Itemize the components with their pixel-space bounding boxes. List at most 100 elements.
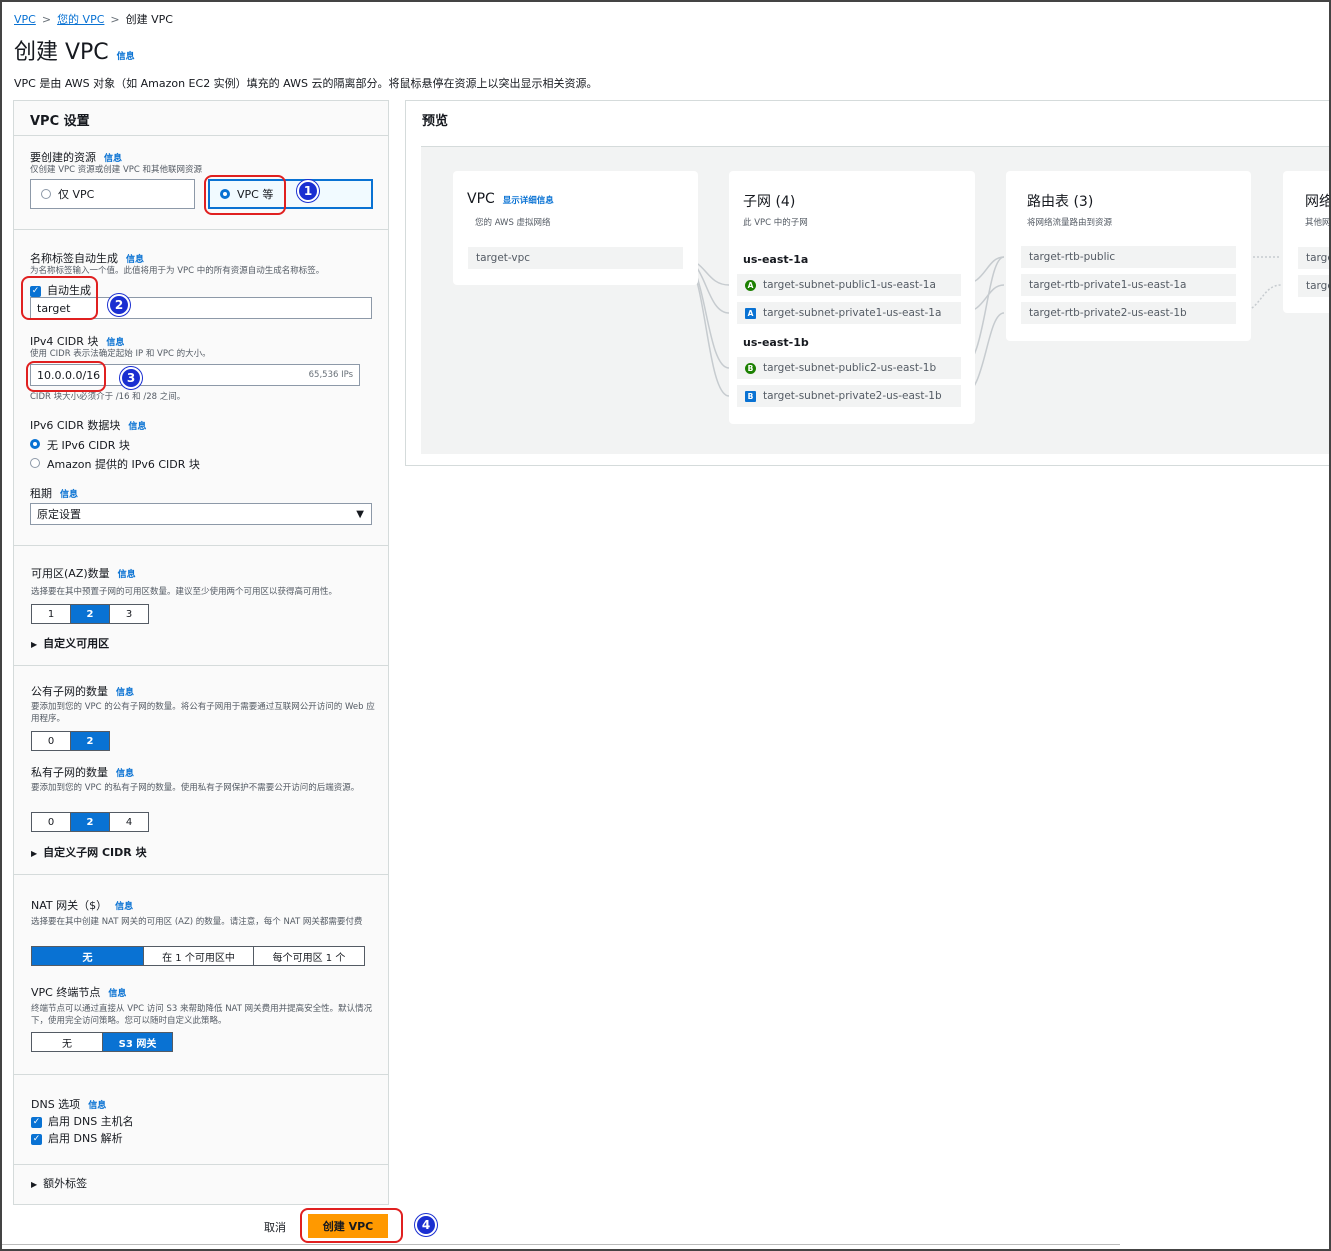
az-option-3[interactable]: 3 — [110, 605, 148, 623]
vpc-card-sub: 您的 AWS 虚拟网络 — [475, 218, 551, 228]
az-option-1[interactable]: 1 — [32, 605, 71, 623]
public-subnets-selector: 0 2 — [31, 731, 110, 751]
dns-label: DNS 选项 信息 — [31, 1098, 107, 1111]
breadcrumb: VPC > 您的 VPC > 创建 VPC — [14, 11, 173, 27]
info-link[interactable]: 信息 — [115, 902, 133, 912]
info-link[interactable]: 信息 — [118, 570, 136, 580]
nat-option-none[interactable]: 无 — [32, 947, 144, 965]
info-link[interactable]: 信息 — [88, 1101, 106, 1111]
private-option-2[interactable]: 2 — [71, 813, 110, 831]
nat-option-per-az[interactable]: 每个可用区 1 个 — [254, 947, 364, 965]
route-card-sub: 将网络流量路由到资源 — [1027, 218, 1113, 228]
subnet-card-sub: 此 VPC 中的子网 — [743, 218, 808, 228]
info-link[interactable]: 信息 — [108, 989, 126, 999]
breadcrumb-your-vpcs-link[interactable]: 您的 VPC — [57, 13, 104, 26]
subnet-item[interactable]: Atarget-subnet-private1-us-east-1a — [737, 302, 961, 324]
route-table-item[interactable]: target-rtb-private1-us-east-1a — [1021, 274, 1236, 296]
public-option-2[interactable]: 2 — [71, 732, 109, 750]
nat-endpoint-section: NAT 网关（$） 信息 选择要在其中创建 NAT 网关的可用区 (AZ) 的数量… — [14, 874, 388, 1074]
az-label: 可用区(AZ)数量 信息 — [31, 567, 136, 580]
bottom-rule — [0, 1244, 1120, 1245]
network-card: 网络 其他网 targe targe — [1283, 171, 1331, 313]
info-link[interactable]: 信息 — [104, 154, 122, 164]
tenancy-label: 租期 信息 — [30, 487, 79, 500]
customize-az-expander[interactable]: ▶ 自定义可用区 — [31, 635, 109, 651]
additional-tags-expander[interactable]: ▶ 额外标签 — [31, 1175, 87, 1191]
tenancy-select[interactable]: 原定设置 ▼ — [30, 503, 372, 525]
resources-section: 要创建的资源 信息 仅创建 VPC 资源或创建 VPC 和其他联网资源 仅 VPC… — [14, 135, 388, 229]
subnet-item[interactable]: Btarget-subnet-public2-us-east-1b — [737, 357, 961, 379]
page-title: 创建 VPC 信息 — [14, 40, 135, 65]
nat-label: NAT 网关（$） 信息 — [31, 899, 134, 912]
private-subnets-sub: 要添加到您的 VPC 的私有子网的数量。使用私有子网保护不需要公开访问的后端资源… — [31, 783, 360, 793]
radio-icon — [30, 458, 40, 468]
route-card-title: 路由表 (3) — [1027, 194, 1094, 210]
endpoint-option-none[interactable]: 无 — [32, 1033, 103, 1051]
dns-resolution-checkbox[interactable]: ✓ 启用 DNS 解析 — [31, 1130, 123, 1146]
nat-option-one-az[interactable]: 在 1 个可用区中 — [144, 947, 254, 965]
info-link[interactable]: 信息 — [116, 688, 134, 698]
public-option-0[interactable]: 0 — [32, 732, 71, 750]
zone-label: us-east-1b — [743, 336, 809, 349]
zone-label: us-east-1a — [743, 253, 809, 266]
endpoint-sub: 终端节点可以通过直接从 VPC 访问 S3 来帮助降低 NAT 网关费用并提高安… — [31, 1004, 373, 1026]
private-option-4[interactable]: 4 — [110, 813, 148, 831]
dns-section: DNS 选项 信息 ✓ 启用 DNS 主机名 ✓ 启用 DNS 解析 — [14, 1074, 388, 1164]
info-link[interactable]: 信息 — [60, 490, 78, 500]
az-sub: 选择要在其中预置子网的可用区数量。建议至少使用两个可用区以获得高可用性。 — [31, 587, 338, 597]
info-link[interactable]: 信息 — [106, 338, 124, 348]
info-link[interactable]: 信息 — [126, 255, 144, 265]
public-subnet-icon: B — [745, 362, 756, 374]
ipv4-hint: CIDR 块大小必须介于 /16 和 /28 之间。 — [30, 392, 186, 402]
endpoint-option-s3[interactable]: S3 网关 — [103, 1033, 172, 1051]
customize-cidr-expander[interactable]: ▶ 自定义子网 CIDR 块 — [31, 844, 147, 860]
private-subnet-icon: A — [745, 307, 756, 319]
caret-right-icon: ▶ — [31, 849, 38, 858]
az-option-2[interactable]: 2 — [71, 605, 110, 623]
endpoint-label: VPC 终端节点 信息 — [31, 986, 127, 999]
ipv6-label: IPv6 CIDR 数据块 信息 — [30, 419, 147, 432]
vpc-settings-panel: VPC 设置 要创建的资源 信息 仅创建 VPC 资源或创建 VPC 和其他联网资… — [13, 100, 389, 1205]
route-table-item[interactable]: target-rtb-public — [1021, 246, 1236, 268]
private-option-0[interactable]: 0 — [32, 813, 71, 831]
callout-highlight — [26, 361, 106, 392]
az-count-selector: 1 2 3 — [31, 604, 149, 624]
info-link[interactable]: 信息 — [117, 52, 135, 62]
cancel-button[interactable]: 取消 — [264, 1219, 286, 1235]
show-details-link[interactable]: 显示详细信息 — [503, 196, 554, 206]
endpoint-selector: 无 S3 网关 — [31, 1032, 173, 1052]
chevron-right-icon: > — [110, 13, 120, 26]
resources-sub: 仅创建 VPC 资源或创建 VPC 和其他联网资源 — [30, 165, 203, 175]
route-table-card: 路由表 (3) 将网络流量路由到资源 target-rtb-public tar… — [1006, 171, 1251, 341]
callout-highlight — [21, 276, 98, 320]
radio-selected-icon — [30, 439, 40, 449]
info-link[interactable]: 信息 — [116, 769, 134, 779]
breadcrumb-vpc-link[interactable]: VPC — [14, 13, 36, 26]
checkmark-icon: ✓ — [31, 1116, 42, 1128]
subnet-item[interactable]: Atarget-subnet-public1-us-east-1a — [737, 274, 961, 296]
subnet-card-title: 子网 (4) — [743, 194, 796, 210]
settings-title: VPC 设置 — [30, 114, 90, 129]
nat-selector: 无 在 1 个可用区中 每个可用区 1 个 — [31, 946, 365, 966]
name-tag-label: 名称标签自动生成 信息 — [30, 252, 145, 265]
nat-sub: 选择要在其中创建 NAT 网关的可用区 (AZ) 的数量。请注意，每个 NAT … — [31, 917, 363, 927]
preview-title: 预览 — [422, 114, 449, 129]
subnet-item[interactable]: Btarget-subnet-private2-us-east-1b — [737, 385, 961, 407]
ipv6-amazon-option[interactable]: Amazon 提供的 IPv6 CIDR 块 — [30, 456, 200, 472]
vpc-only-option[interactable]: 仅 VPC — [30, 179, 195, 209]
private-subnet-icon: B — [745, 390, 756, 402]
dns-hostnames-checkbox[interactable]: ✓ 启用 DNS 主机名 — [31, 1113, 134, 1129]
ipv6-none-option[interactable]: 无 IPv6 CIDR 块 — [30, 437, 130, 453]
network-item[interactable]: targe — [1298, 247, 1331, 269]
network-item[interactable]: targe — [1298, 275, 1331, 297]
public-subnets-label: 公有子网的数量 信息 — [31, 685, 135, 698]
breadcrumb-current: 创建 VPC — [125, 13, 173, 26]
subnet-card: 子网 (4) 此 VPC 中的子网 us-east-1a Atarget-sub… — [729, 171, 975, 424]
callout-highlight — [300, 1208, 403, 1243]
vpc-item[interactable]: target-vpc — [468, 247, 683, 269]
vpc-card-title: VPC 显示详细信息 — [467, 191, 554, 207]
route-table-item[interactable]: target-rtb-private2-us-east-1b — [1021, 302, 1236, 324]
ipv4-label: IPv4 CIDR 块信息 — [30, 335, 125, 348]
info-link[interactable]: 信息 — [128, 422, 146, 432]
preview-panel: 预览 VPC 显示详细信息 您的 AWS 虚拟网络 target-vpc 子网 … — [405, 100, 1331, 466]
